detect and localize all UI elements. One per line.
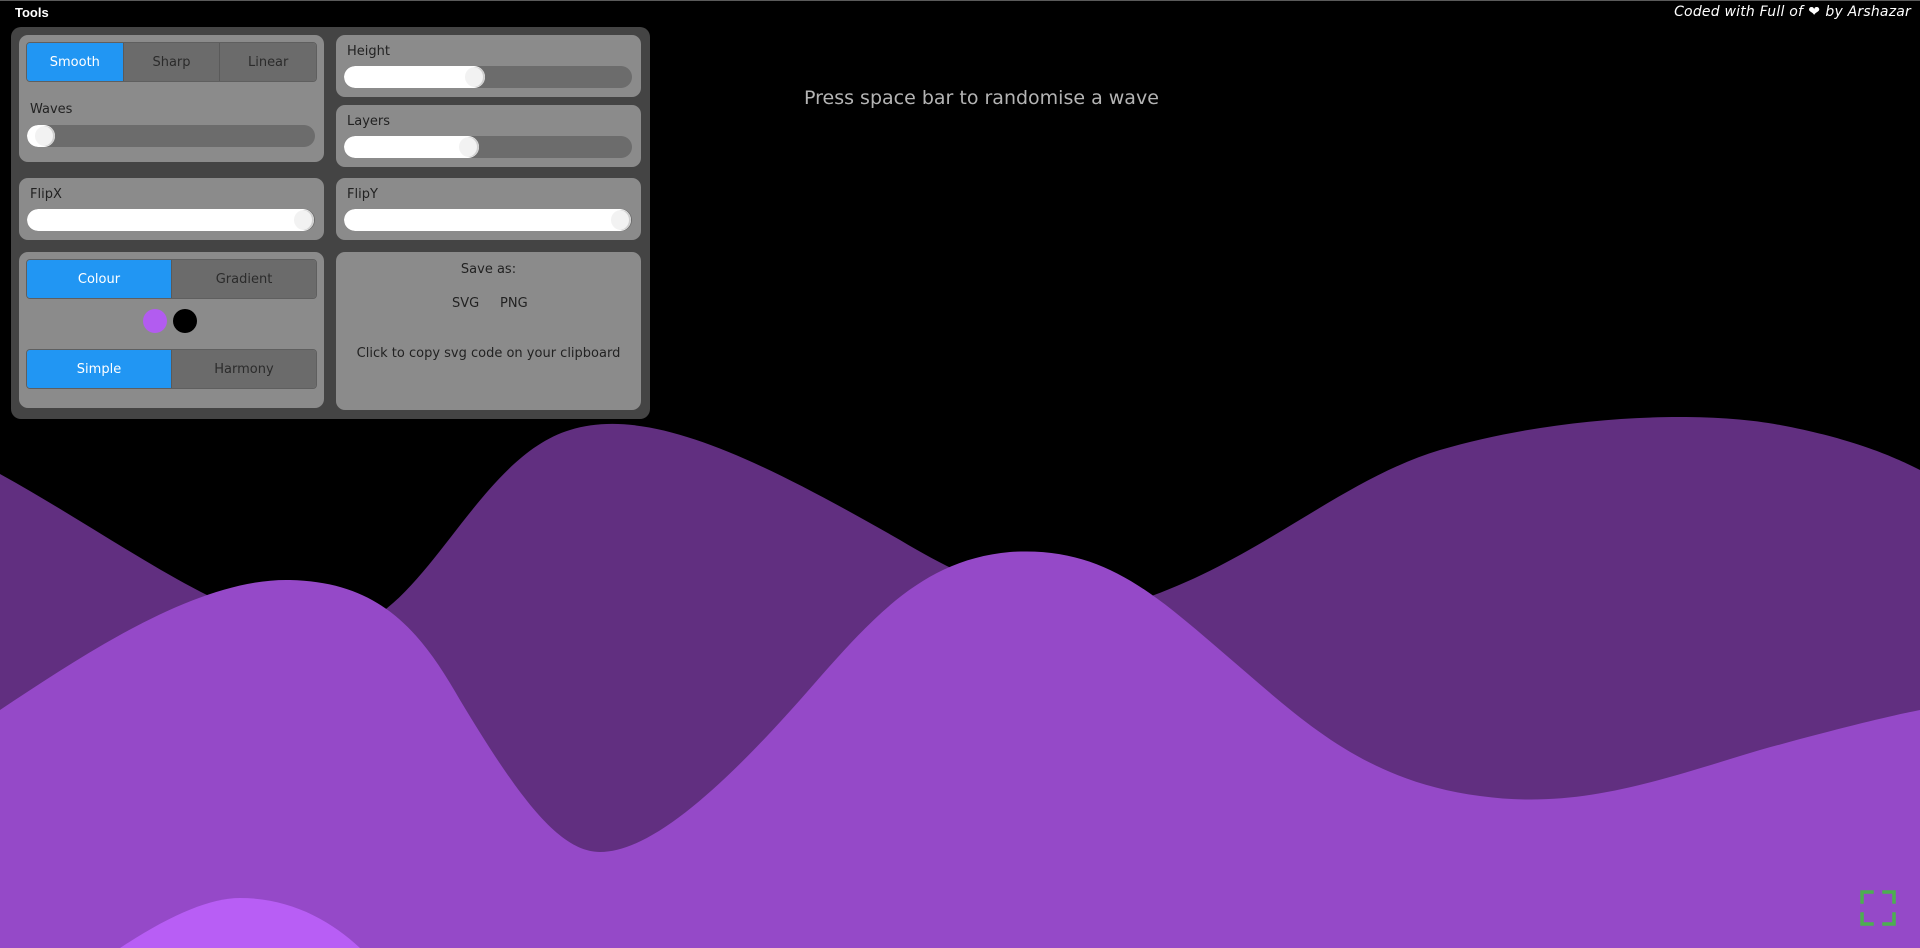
- flipx-slider-fill: [27, 209, 314, 231]
- fill-mode-gradient[interactable]: Gradient: [171, 260, 316, 298]
- waves-slider-knob[interactable]: [35, 126, 56, 146]
- palette-mode-simple[interactable]: Simple: [27, 350, 171, 388]
- curve-option-smooth[interactable]: Smooth: [27, 43, 123, 81]
- curve-card: Smooth Sharp Linear Waves: [19, 35, 324, 162]
- save-title: Save as:: [460, 262, 517, 277]
- waves-label: Waves: [30, 102, 73, 117]
- flipx-slider[interactable]: [27, 209, 315, 231]
- flipy-label: FlipY: [347, 187, 378, 202]
- credit-text: Coded with Full of ❤ by Arshazar: [1674, 4, 1911, 20]
- palette-mode-harmony[interactable]: Harmony: [171, 350, 316, 388]
- flipx-card: FlipX: [19, 178, 324, 240]
- credit-suffix: by Arshazar: [1825, 4, 1911, 20]
- height-slider[interactable]: [344, 66, 632, 88]
- layers-label: Layers: [347, 114, 391, 129]
- tools-title: Tools: [15, 5, 49, 20]
- height-label: Height: [347, 44, 390, 59]
- randomise-hint: Press space bar to randomise a wave: [804, 87, 1159, 109]
- save-card: Save as: SVG PNG Click to copy svg code …: [336, 252, 641, 410]
- flipy-slider-knob[interactable]: [611, 210, 631, 230]
- save-svg-button[interactable]: SVG: [452, 296, 479, 311]
- flipy-card: FlipY: [336, 178, 641, 240]
- fullscreen-icon[interactable]: [1860, 890, 1896, 926]
- fill-mode-selector: Colour Gradient: [26, 259, 317, 299]
- height-card: Height: [336, 35, 641, 97]
- layers-card: Layers: [336, 105, 641, 167]
- heart-icon: ❤: [1808, 4, 1821, 20]
- top-border: [0, 0, 1920, 1]
- save-png-button[interactable]: PNG: [500, 296, 528, 311]
- fill-mode-colour[interactable]: Colour: [27, 260, 171, 298]
- waves-slider[interactable]: [27, 125, 315, 147]
- flipy-slider-fill: [344, 209, 631, 231]
- curve-option-sharp[interactable]: Sharp: [122, 43, 220, 81]
- layers-slider[interactable]: [344, 136, 632, 158]
- primary-colour-swatch[interactable]: [143, 309, 167, 333]
- flipy-slider[interactable]: [344, 209, 632, 231]
- flipx-label: FlipX: [30, 187, 62, 202]
- height-slider-fill: [344, 66, 485, 88]
- flipx-slider-knob[interactable]: [294, 210, 314, 230]
- height-slider-knob[interactable]: [464, 67, 485, 87]
- credit-prefix: Coded with Full of: [1674, 4, 1804, 20]
- secondary-colour-swatch[interactable]: [173, 309, 197, 333]
- palette-mode-selector: Simple Harmony: [26, 349, 317, 389]
- tools-panel: Smooth Sharp Linear Waves Height Layers …: [11, 27, 650, 419]
- copy-svg-button[interactable]: Click to copy svg code on your clipboard: [336, 346, 641, 361]
- curve-selector: Smooth Sharp Linear: [26, 42, 317, 82]
- curve-option-linear[interactable]: Linear: [219, 43, 316, 81]
- colour-card: Colour Gradient Simple Harmony: [19, 252, 324, 408]
